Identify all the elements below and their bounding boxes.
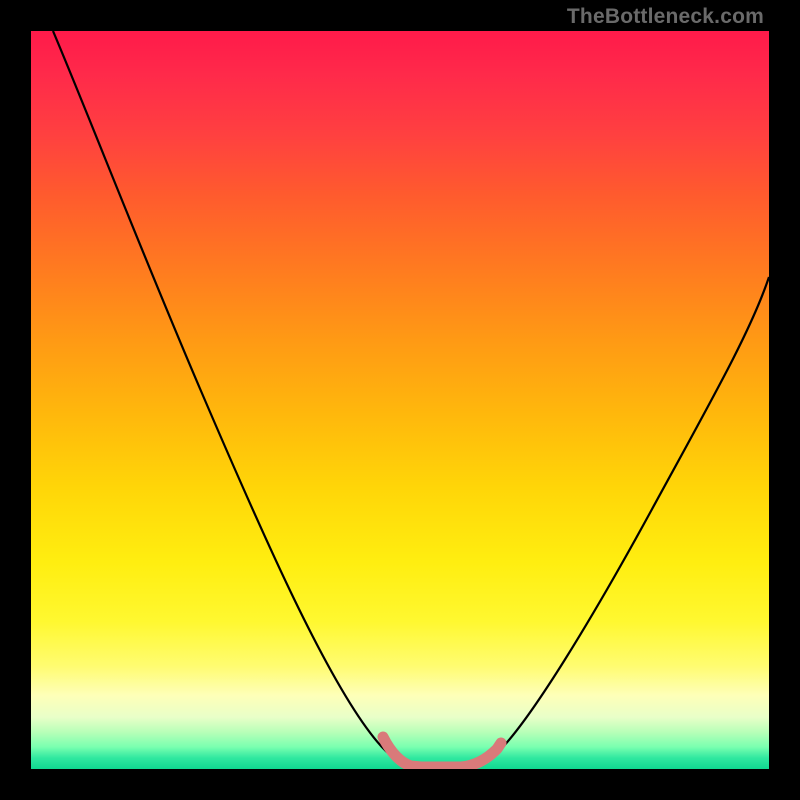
curve-layer xyxy=(31,31,769,769)
watermark-text: TheBottleneck.com xyxy=(567,5,764,29)
bottom-marker xyxy=(383,737,501,767)
plot-area xyxy=(31,31,769,769)
chart-frame: TheBottleneck.com xyxy=(0,0,800,800)
main-curve xyxy=(53,31,769,768)
